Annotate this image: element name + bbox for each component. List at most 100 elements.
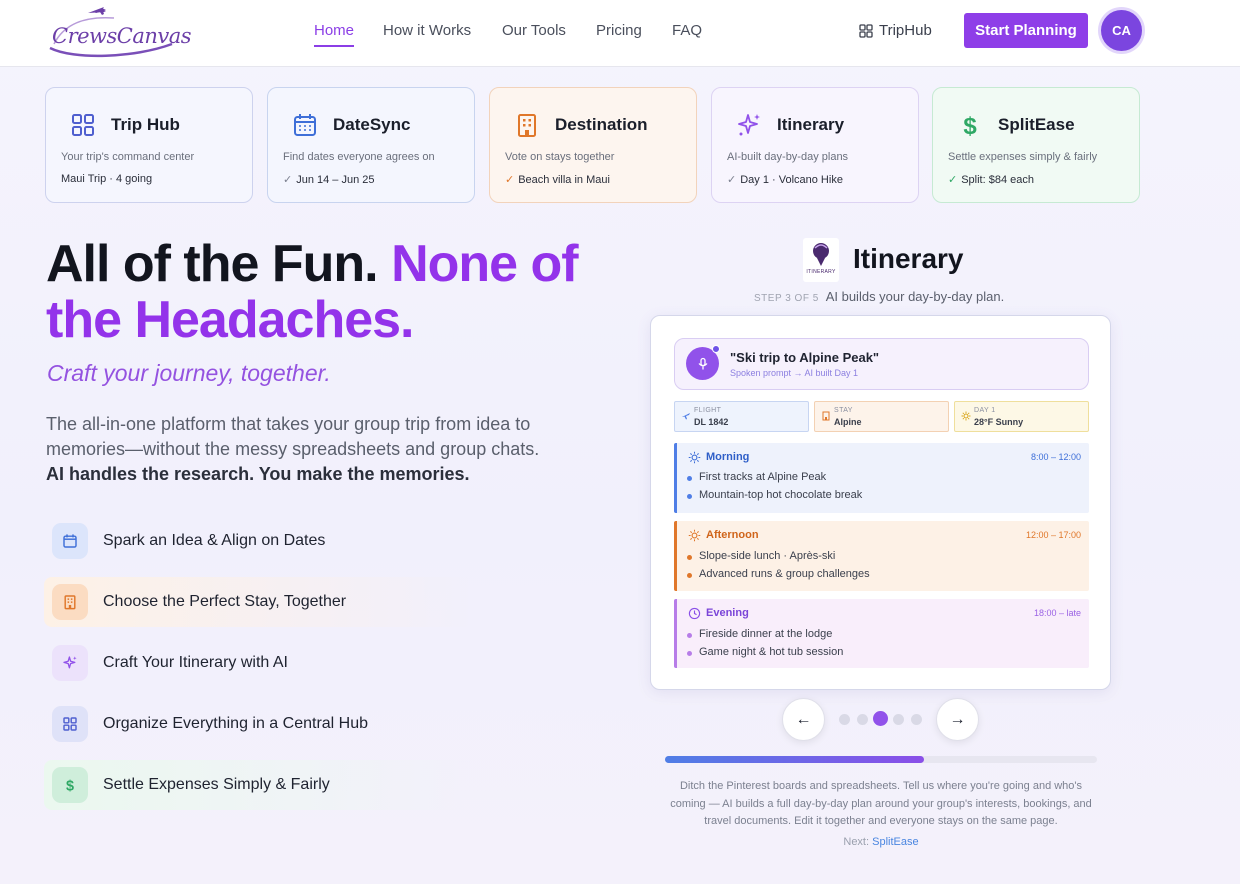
plane-icon [682,413,690,420]
card-meta: Maui Trip · 4 going [61,173,153,185]
triphub-label: TripHub [879,22,932,39]
card-subtitle: Find dates everyone agrees on [283,151,435,163]
card-title: Itinerary [777,115,845,134]
chip-stay[interactable]: STAY Alpine [814,401,949,432]
card-title: Destination [555,115,648,134]
hero-description-bold: AI handles the research. You make the me… [46,464,470,484]
card-subtitle: Settle expenses simply & fairly [948,151,1098,163]
itinerary-logo: ITINERARY [803,238,839,282]
card-title: DateSync [333,115,411,134]
step-explanation: Ditch the Pinterest boards and spreadshe… [670,780,1092,827]
slot-time: 18:00 – late [1033,608,1081,618]
brand-logo[interactable]: CrewsCanvas [44,4,192,60]
hero-title: All of the Fun. None of the Headaches. [46,236,606,348]
chip-label: FLIGHT [694,407,722,414]
card-meta: ✓ Jun 14 – Jun 25 [283,174,375,186]
card-datesync[interactable]: DateSync Find dates everyone agrees on ✓… [267,87,475,203]
slot-evening[interactable]: Evening 18:00 – late Fireside dinner at … [674,599,1089,668]
chip-label: DAY 1 [974,407,996,414]
dollar-icon: $ [963,113,977,140]
card-subtitle: AI-built day-by-day plans [727,151,849,163]
step-stay[interactable]: Choose the Perfect Stay, Together [44,577,474,627]
carousel-dot-5[interactable] [911,714,922,725]
card-title: SplitEase [998,115,1075,134]
hero-title-dark: All of the Fun. [46,235,392,293]
slot-title: Evening [706,607,749,619]
carousel-next-button[interactable]: → [936,698,979,741]
step-hub[interactable]: Organize Everything in a Central Hub [44,699,474,749]
card-title: Trip Hub [111,115,180,134]
card-itinerary[interactable]: Itinerary AI-built day-by-day plans ✓ Day… [711,87,919,203]
slot-time: 8:00 – 12:00 [1030,452,1081,462]
slot-afternoon[interactable]: Afternoon 12:00 – 17:00 Slope-side lunch… [674,521,1089,591]
pane-step: STEP 3 OF 5 AI builds your day-by-day pl… [754,289,1004,304]
site-header: CrewsCanvas Home How it Works Our Tools … [0,0,1240,67]
card-meta: ✓ Split: $84 each [948,174,1034,186]
card-meta: ✓ Beach villa in Maui [505,174,610,186]
slot-morning[interactable]: Morning 8:00 – 12:00 First tracks at Alp… [674,443,1089,513]
card-subtitle: Vote on stays together [505,151,615,163]
card-splitease[interactable]: $ SplitEase Settle expenses simply & fai… [932,87,1140,203]
nav-our-tools[interactable]: Our Tools [502,22,566,39]
voice-prompt[interactable]: "Ski trip to Alpine Peak" Spoken prompt … [674,338,1089,390]
sun-icon [688,451,701,464]
sparkle-icon [52,645,88,681]
pane-title: Itinerary [853,243,964,274]
carousel-dot-4[interactable] [893,714,904,725]
step-description: AI builds your day-by-day plan. [825,289,1005,304]
sun-icon [688,529,701,542]
step-label: Spark an Idea & Align on Dates [103,532,326,549]
step-dates[interactable]: Spark an Idea & Align on Dates [44,516,474,566]
slot-title: Afternoon [706,529,759,541]
slot-title: Morning [706,451,750,463]
step-label: Settle Expenses Simply & Fairly [103,776,330,793]
hero-description-text: The all-in-one platform that takes your … [46,414,540,459]
card-destination[interactable]: Destination Vote on stays together ✓ Beac… [489,87,697,203]
triphub-link[interactable]: TripHub [859,22,932,39]
calendar-icon [294,114,316,136]
chip-flight[interactable]: FLIGHT DL 1842 [674,401,809,432]
chip-value: DL 1842 [694,417,729,427]
nav-faq[interactable]: FAQ [672,22,702,39]
brand-name: CrewsCanvas [52,24,192,48]
nav-how-it-works[interactable]: How it Works [383,22,471,39]
prompt-subtext: Spoken prompt → AI built Day 1 [730,368,859,378]
check-icon: ✓ [505,174,515,186]
step-progress-fill [665,756,925,763]
next-step: Next: SplitEase [662,836,1100,848]
step-expenses[interactable]: $ Settle Expenses Simply & Fairly [44,760,474,810]
user-avatar[interactable]: CA [1101,10,1142,51]
building-icon [518,114,536,137]
prompt-text: "Ski trip to Alpine Peak" [730,350,880,365]
step-label: Choose the Perfect Stay, Together [103,593,347,610]
step-itinerary[interactable]: Craft Your Itinerary with AI [44,638,474,688]
hero-tagline: Craft your journey, together. [47,360,331,386]
sparkle-icon [738,114,760,136]
clock-icon [688,607,701,620]
slot-item: Fireside dinner at the lodge [686,628,833,640]
grid-icon [859,23,873,38]
slot-item: Mountain-top hot chocolate break [686,489,863,501]
itinerary-preview-card: "Ski trip to Alpine Peak" Spoken prompt … [650,315,1111,690]
next-step-link[interactable]: SplitEase [872,836,918,848]
grid-icon [72,114,94,136]
slot-item: Slope-side lunch · Après-ski [686,550,836,562]
carousel-dot-1[interactable] [839,714,850,725]
chip-day[interactable]: DAY 1 28°F Sunny [954,401,1089,432]
start-planning-button[interactable]: Start Planning [964,13,1088,48]
slot-item: First tracks at Alpine Peak [686,471,827,483]
card-meta: ✓ Day 1 · Volcano Hike [727,174,843,186]
nav-active-underline [314,45,354,47]
recording-dot [712,345,720,353]
nav-home[interactable]: Home [314,22,354,39]
carousel-dot-3[interactable] [873,711,888,726]
card-trip-hub[interactable]: Trip Hub Your trip's command center Maui… [45,87,253,203]
card-subtitle: Your trip's command center [61,151,195,163]
itinerary-logo-text: ITINERARY [806,269,836,275]
carousel-dot-2[interactable] [857,714,868,725]
carousel-prev-button[interactable]: ← [782,698,825,741]
calendar-icon [52,523,88,559]
nav-pricing[interactable]: Pricing [596,22,642,39]
check-icon: ✓ [283,174,293,186]
slot-item: Advanced runs & group challenges [687,568,870,580]
